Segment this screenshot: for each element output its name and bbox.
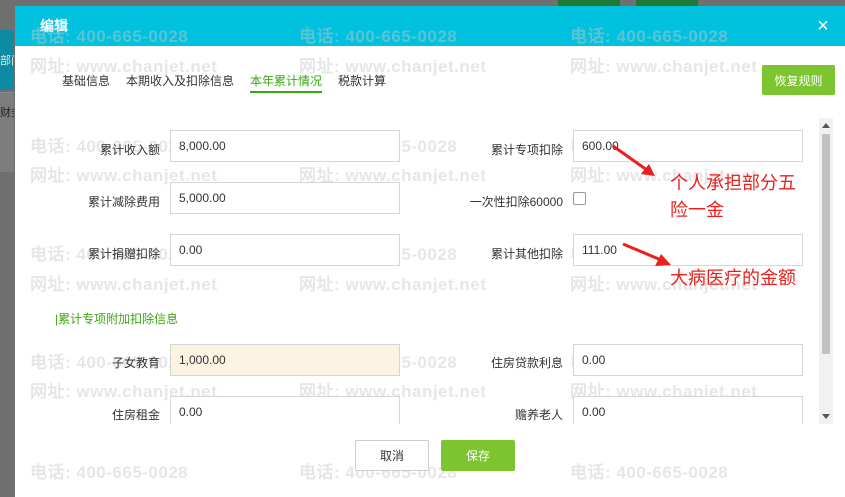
children-education-field[interactable] xyxy=(170,344,400,376)
one-time-deduction-checkbox[interactable] xyxy=(573,192,586,205)
form-scrollbar[interactable] xyxy=(819,118,833,424)
watermark-phone: 电话: 400-665-0028 xyxy=(30,463,189,482)
cancel-button[interactable]: 取消 xyxy=(355,440,429,471)
cum-other-deduction-field[interactable] xyxy=(573,234,803,266)
annotation-note-insurance-cont: 险一金 xyxy=(670,200,724,220)
dialog-header: 编辑 × xyxy=(15,6,845,46)
tab-bar: 基础信息 本期收入及扣除信息 本年累计情况 税款计算 xyxy=(62,72,402,93)
housing-rent-label: 住房租金 xyxy=(111,408,160,422)
cum-other-deduction-label: 累计其他扣除 xyxy=(490,247,563,261)
annotation-arrow-icon xyxy=(622,242,671,266)
scroll-thumb[interactable] xyxy=(822,134,830,354)
background-fragment-text: 财务 xyxy=(0,107,14,119)
tab-annual-cumulative[interactable]: 本年累计情况 xyxy=(250,72,323,93)
watermark-site: 网址: www.chanjet.net xyxy=(570,57,758,76)
one-time-deduction-label: 一次性扣除60000 xyxy=(469,195,563,209)
cum-special-deduction-label: 累计专项扣除 xyxy=(490,143,563,157)
cum-income-field[interactable] xyxy=(170,130,400,162)
cum-income-label: 累计收入额 xyxy=(99,143,160,157)
children-education-label: 子女教育 xyxy=(111,356,160,370)
scroll-up-icon[interactable] xyxy=(822,123,830,128)
annotation-note-medical: 大病医疗的金额 xyxy=(670,268,796,288)
save-button[interactable]: 保存 xyxy=(441,440,515,471)
section-title: |累计专项附加扣除信息 xyxy=(55,312,179,326)
cum-reduction-field[interactable] xyxy=(170,182,400,214)
cum-donation-field[interactable] xyxy=(170,234,400,266)
cum-special-deduction-field[interactable] xyxy=(573,130,803,162)
scroll-down-icon[interactable] xyxy=(822,414,830,419)
housing-rent-field[interactable] xyxy=(170,396,400,424)
elderly-support-field[interactable] xyxy=(573,396,803,424)
tab-tax-calculation[interactable]: 税款计算 xyxy=(338,72,386,93)
edit-dialog: 编辑 × 电话: 400-665-0028 电话: 400-665-0028 电… xyxy=(15,6,845,497)
elderly-support-label: 赡养老人 xyxy=(514,408,563,422)
cum-donation-label: 累计捐赠扣除 xyxy=(87,247,160,261)
cum-reduction-label: 累计减除费用 xyxy=(87,195,160,209)
housing-loan-interest-field[interactable] xyxy=(573,344,803,376)
annotation-arrow-icon xyxy=(612,144,655,176)
restore-rules-button[interactable]: 恢复规则 xyxy=(762,65,835,95)
tab-current-income[interactable]: 本期收入及扣除信息 xyxy=(126,72,234,93)
annotation-note-insurance: 个人承担部分五 xyxy=(670,173,796,193)
background-fragment-text: 部门 xyxy=(0,55,14,67)
watermark-phone: 电话: 400-665-0028 xyxy=(570,463,729,482)
tab-basic-info[interactable]: 基础信息 xyxy=(62,72,110,93)
close-icon[interactable]: × xyxy=(813,16,833,36)
dialog-title: 编辑 xyxy=(40,18,68,34)
housing-loan-interest-label: 住房贷款利息 xyxy=(490,356,563,370)
